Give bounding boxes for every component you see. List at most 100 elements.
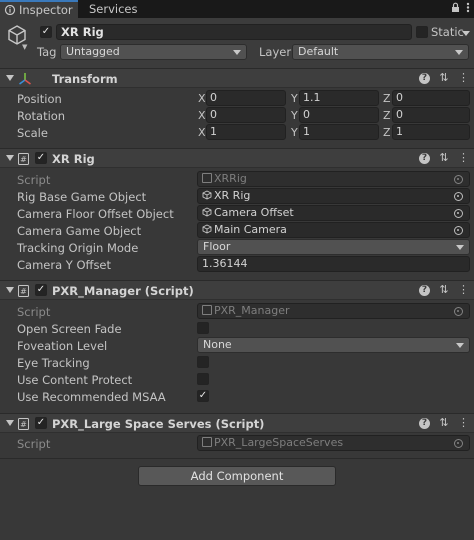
rotation-z-field[interactable]: 0 <box>392 107 470 123</box>
object-picker-icon[interactable] <box>454 192 463 201</box>
help-icon[interactable]: ? <box>419 72 430 84</box>
preset-sliders-icon[interactable]: ⇅ <box>439 417 449 429</box>
axis-x-label: X <box>198 126 206 139</box>
camera-y-field[interactable]: 1.36144 <box>197 256 470 272</box>
xr-rig-script-field: XRRig <box>197 171 470 187</box>
axis-z-label: Z <box>383 92 391 105</box>
transform-header[interactable]: Transform ? ⇅ ⋮ <box>0 68 474 88</box>
chevron-down-icon <box>456 245 464 250</box>
tab-label: Inspector <box>19 3 73 17</box>
rotation-y-field[interactable]: 0 <box>299 107 379 123</box>
more-icon[interactable]: ⋮ <box>458 152 469 164</box>
axis-z-label: Z <box>383 109 391 122</box>
position-label: Position <box>17 92 62 106</box>
pxr-large-space-header[interactable]: # ✓ PXR_Large Space Serves (Script) ? ⇅ … <box>0 413 474 433</box>
tracking-mode-dropdown[interactable]: Floor <box>197 239 470 255</box>
foldout-arrow-icon[interactable] <box>6 287 14 293</box>
preset-sliders-icon[interactable]: ⇅ <box>439 72 449 84</box>
chevron-down-icon <box>455 50 463 55</box>
script-file-icon <box>202 173 212 183</box>
msaa-checkbox[interactable]: ✓ <box>197 390 209 402</box>
rig-base-value: XR Rig <box>214 189 251 202</box>
camera-go-label: Camera Game Object <box>17 224 142 238</box>
more-icon[interactable]: ⋮ <box>458 284 469 296</box>
svg-text:#: # <box>20 420 27 429</box>
axis-x-label: X <box>198 109 206 122</box>
foveation-label: Foveation Level <box>17 339 108 353</box>
tag-dropdown[interactable]: Untagged <box>60 44 247 60</box>
pxr-manager-script-field: PXR_Manager <box>197 303 470 319</box>
add-component-button[interactable]: Add Component <box>138 466 336 486</box>
pxr-manager-header[interactable]: # ✓ PXR_Manager (Script) ? ⇅ ⋮ <box>0 280 474 300</box>
more-icon[interactable]: ⋮ <box>458 417 469 429</box>
xr-rig-enabled-checkbox[interactable]: ✓ <box>35 152 47 164</box>
axis-z-label: Z <box>383 126 391 139</box>
object-picker-icon <box>454 175 463 184</box>
camera-go-value: Main Camera <box>214 223 287 236</box>
position-x-field[interactable]: 0 <box>206 90 286 106</box>
camera-go-field[interactable]: Main Camera <box>197 222 470 238</box>
axis-y-label: Y <box>291 109 298 122</box>
svg-text:#: # <box>20 155 27 164</box>
gameobject-active-checkbox[interactable]: ✓ <box>40 26 52 38</box>
layer-label: Layer <box>259 45 292 59</box>
transform-body: Position X 0 Y 1.1 Z 0 Rotation X 0 Y 0 … <box>0 88 474 148</box>
preset-sliders-icon[interactable]: ⇅ <box>439 284 449 296</box>
content-protect-label: Use Content Protect <box>17 373 133 387</box>
script-file-icon <box>202 437 212 447</box>
preset-sliders-icon[interactable]: ⇅ <box>439 152 449 164</box>
foldout-arrow-icon[interactable] <box>6 75 14 81</box>
xr-rig-title: XR Rig <box>52 152 95 166</box>
layer-dropdown[interactable]: Default <box>292 44 469 60</box>
position-z-field[interactable]: 0 <box>392 90 470 106</box>
object-picker-icon[interactable] <box>454 209 463 218</box>
xr-rig-header[interactable]: # ✓ XR Rig ? ⇅ ⋮ <box>0 148 474 168</box>
chevron-down-icon <box>456 343 464 348</box>
position-y-field[interactable]: 1.1 <box>299 90 379 106</box>
static-dropdown-arrow[interactable] <box>462 31 470 36</box>
pxr-manager-enabled-checkbox[interactable]: ✓ <box>35 284 47 296</box>
rig-base-field[interactable]: XR Rig <box>197 188 470 204</box>
pxr-large-space-enabled-checkbox[interactable]: ✓ <box>35 417 47 429</box>
info-icon <box>4 5 16 15</box>
scale-z-field[interactable]: 1 <box>392 124 470 140</box>
static-checkbox[interactable] <box>416 26 428 38</box>
foldout-arrow-icon[interactable] <box>6 420 14 426</box>
help-icon[interactable]: ? <box>419 284 430 296</box>
msaa-label: Use Recommended MSAA <box>17 390 166 404</box>
xr-rig-body: Script XRRig Rig Base Game Object XR Rig… <box>0 168 474 280</box>
object-picker-icon[interactable] <box>454 226 463 235</box>
eye-tracking-checkbox[interactable] <box>197 356 209 368</box>
tag-value: Untagged <box>66 45 120 58</box>
tab-services[interactable]: Services <box>84 0 144 18</box>
transform-title: Transform <box>52 72 118 86</box>
axis-y-label: Y <box>291 92 298 105</box>
lock-icon[interactable] <box>451 2 460 13</box>
help-icon[interactable]: ? <box>419 417 430 429</box>
foveation-dropdown[interactable]: None <box>197 337 470 353</box>
help-icon[interactable]: ? <box>419 152 430 164</box>
more-icon[interactable]: ⋮ <box>458 72 469 84</box>
floor-offset-field[interactable]: Camera Offset <box>197 205 470 221</box>
icon-dropdown-arrow[interactable]: ▼ <box>22 43 27 51</box>
gameobject-name-field[interactable]: XR Rig <box>56 24 412 40</box>
scale-y-field[interactable]: 1 <box>299 124 379 140</box>
transform-axes-icon <box>19 73 31 85</box>
tab-label: Services <box>89 2 138 16</box>
floor-offset-value: Camera Offset <box>214 206 294 219</box>
axis-x-label: X <box>198 92 206 105</box>
foldout-arrow-icon[interactable] <box>6 155 14 161</box>
more-icon[interactable] <box>466 2 470 13</box>
tracking-mode-label: Tracking Origin Mode <box>17 241 139 255</box>
scale-x-field[interactable]: 1 <box>206 124 286 140</box>
open-screen-fade-checkbox[interactable] <box>197 322 209 334</box>
script-label: Script <box>17 173 51 187</box>
tab-inspector[interactable]: Inspector <box>0 0 78 18</box>
content-protect-checkbox[interactable] <box>197 373 209 385</box>
chevron-down-icon <box>233 50 241 55</box>
gameobject-cube-icon <box>202 224 212 234</box>
rig-base-label: Rig Base Game Object <box>17 190 147 204</box>
rotation-x-field[interactable]: 0 <box>206 107 286 123</box>
open-screen-fade-label: Open Screen Fade <box>17 322 122 336</box>
scale-label: Scale <box>17 126 48 140</box>
